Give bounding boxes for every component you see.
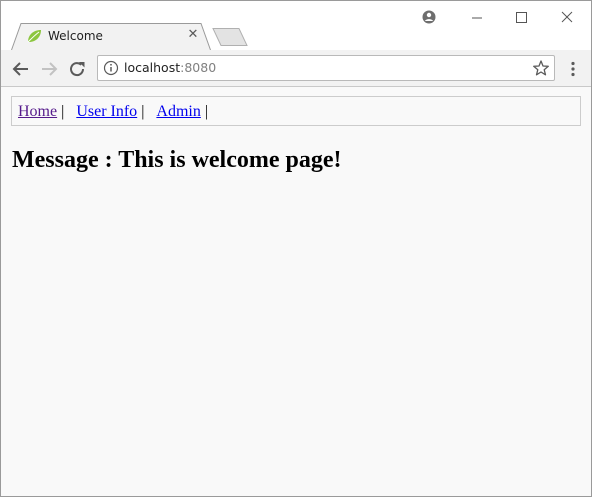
page-heading: Message : This is welcome page! bbox=[12, 147, 342, 173]
close-window-icon[interactable] bbox=[555, 7, 579, 27]
back-arrow-icon[interactable] bbox=[10, 58, 32, 80]
forward-arrow-icon[interactable] bbox=[38, 58, 60, 80]
nav-separator: | bbox=[61, 103, 65, 120]
tab-close-icon[interactable]: ✕ bbox=[186, 28, 200, 42]
info-icon[interactable] bbox=[103, 60, 119, 76]
nav-link-admin[interactable]: Admin bbox=[156, 103, 200, 120]
nav-link-home[interactable]: Home bbox=[18, 103, 57, 120]
page-viewport: Home | User Info | Admin | Message : Thi… bbox=[1, 87, 591, 496]
kebab-menu-icon[interactable] bbox=[563, 58, 583, 80]
new-tab-icon[interactable] bbox=[211, 27, 249, 47]
nav-separator: | bbox=[141, 103, 145, 120]
url-text[interactable]: localhost:8080 bbox=[124, 60, 216, 75]
maximize-icon[interactable] bbox=[509, 7, 533, 27]
url-host: localhost bbox=[124, 60, 181, 75]
browser-toolbar: localhost:8080 bbox=[1, 50, 591, 87]
nav-separator: | bbox=[204, 103, 209, 120]
tab-title: Welcome bbox=[48, 29, 103, 43]
reload-icon[interactable] bbox=[66, 58, 88, 80]
tab-welcome[interactable]: Welcome ✕ bbox=[11, 22, 211, 50]
profile-icon[interactable] bbox=[417, 7, 441, 27]
address-bar[interactable]: localhost:8080 bbox=[97, 55, 555, 81]
nav-link-user-info[interactable]: User Info bbox=[76, 103, 137, 120]
nav-menu: Home | User Info | Admin | bbox=[11, 96, 581, 126]
minimize-icon[interactable] bbox=[465, 7, 489, 27]
url-port: :8080 bbox=[180, 60, 217, 75]
tab-strip: Welcome ✕ bbox=[1, 1, 591, 50]
bookmark-star-icon[interactable] bbox=[532, 59, 550, 77]
spring-leaf-icon bbox=[26, 28, 42, 44]
browser-window: Welcome ✕ localhost:8080 Home | User Inf… bbox=[0, 0, 592, 497]
